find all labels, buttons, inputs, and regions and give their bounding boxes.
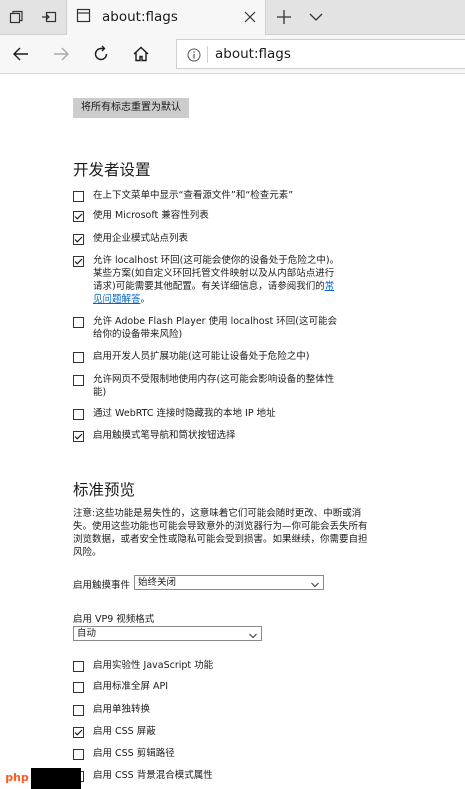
flag-label: 允许 Adobe Flash Player 使用 localhost 环回(这可… — [93, 316, 337, 340]
flag-checkbox[interactable] — [73, 661, 84, 672]
flag-label: 使用 Microsoft 兼容性列表 — [93, 210, 209, 221]
refresh-icon[interactable] — [86, 39, 116, 69]
flag-checkbox[interactable] — [73, 317, 84, 328]
chevron-down-icon — [249, 630, 257, 643]
flag-checkbox[interactable] — [73, 727, 84, 738]
flag-label: 启用 CSS 背景混合模式属性 — [93, 770, 213, 781]
flag-checkbox[interactable] — [73, 256, 84, 267]
vp9-label: 启用 VP9 视频格式 — [73, 614, 155, 625]
tab-strip: about:flags — [0, 0, 465, 35]
flag-checkbox[interactable] — [73, 375, 84, 386]
watermark-logo: php — [5, 771, 29, 784]
flag-label: 允许网页不受限制地使用内存(这可能会影响设备的整体性能) — [93, 374, 335, 398]
flag-label: 启用 CSS 剪辑路径 — [93, 748, 175, 759]
flag-label: 使用企业模式站点列表 — [93, 233, 189, 244]
flag-checkbox[interactable] — [73, 191, 84, 202]
flag-label-part: 允许 localhost 环回(这可能会使你的设备处于危险之中)。某些方案(如自… — [93, 255, 340, 292]
flag-checkbox[interactable] — [73, 749, 84, 760]
flag-checkbox[interactable] — [73, 352, 84, 363]
tab-title: about:flags — [102, 9, 178, 25]
url-text[interactable]: about:flags — [215, 46, 291, 62]
flag-label: 通过 WebRTC 连接时隐藏我的本地 IP 地址 — [93, 408, 276, 419]
standard-preview-heading: 标准预览 — [73, 481, 136, 499]
flag-label: 启用标准全屏 API — [93, 681, 169, 692]
flag-label: 在上下文菜单中显示“查看源文件”和“检查元素” — [93, 190, 294, 201]
touch-events-value: 始终关闭 — [138, 577, 177, 588]
touch-events-label: 启用触摸事件 — [73, 580, 131, 591]
flag-label-part: 。 — [140, 294, 151, 305]
chevron-down-icon[interactable] — [300, 0, 332, 34]
volatility-note: 注意:这些功能是易失性的，这意味着它们可能会随时更改、中断或消失。使用这些功能也… — [73, 508, 368, 558]
chevron-down-icon — [311, 579, 319, 592]
set-aside-tabs-icon[interactable] — [33, 0, 65, 34]
home-icon[interactable] — [126, 39, 156, 69]
flag-checkbox[interactable] — [73, 211, 84, 222]
flag-checkbox[interactable] — [73, 682, 84, 693]
flag-checkbox[interactable] — [73, 409, 84, 420]
vp9-select[interactable]: 自动 — [73, 626, 262, 641]
address-separator — [207, 46, 208, 63]
flag-label-localhost: 允许 localhost 环回(这可能会使你的设备处于危险之中)。某些方案(如自… — [93, 254, 343, 306]
flags-page: 将所有标志重置为默认 开发者设置 在上下文菜单中显示“查看源文件”和“检查元素”… — [0, 74, 465, 789]
flag-label: 启用触摸式笔导航和筒状按钮选择 — [93, 430, 236, 441]
forward-icon[interactable] — [46, 39, 76, 69]
tab-preview-icon[interactable] — [0, 0, 32, 34]
touch-events-select[interactable]: 始终关闭 — [134, 575, 324, 590]
vp9-value: 自动 — [77, 628, 97, 639]
flag-label: 启用单独转换 — [93, 704, 151, 715]
flag-label: 启用开发人员扩展功能(这可能让设备处于危险之中) — [93, 351, 310, 362]
back-icon[interactable] — [6, 39, 36, 69]
flag-label: 启用 CSS 屏蔽 — [93, 726, 156, 737]
reset-all-flags-button[interactable]: 将所有标志重置为默认 — [73, 98, 189, 118]
navigation-bar: about:flags — [0, 35, 465, 74]
new-tab-icon[interactable] — [268, 0, 300, 34]
flag-checkbox[interactable] — [73, 234, 84, 245]
redaction-box — [31, 768, 81, 789]
address-bar[interactable]: about:flags — [176, 39, 465, 69]
dev-settings-heading: 开发者设置 — [73, 161, 151, 179]
flag-checkbox[interactable] — [73, 705, 84, 716]
page-icon — [76, 8, 91, 27]
close-tab-icon[interactable] — [243, 9, 257, 28]
info-icon[interactable] — [187, 47, 201, 66]
flag-checkbox[interactable] — [73, 431, 84, 442]
active-tab[interactable]: about:flags — [66, 0, 266, 35]
flag-label: 启用实验性 JavaScript 功能 — [93, 660, 214, 671]
